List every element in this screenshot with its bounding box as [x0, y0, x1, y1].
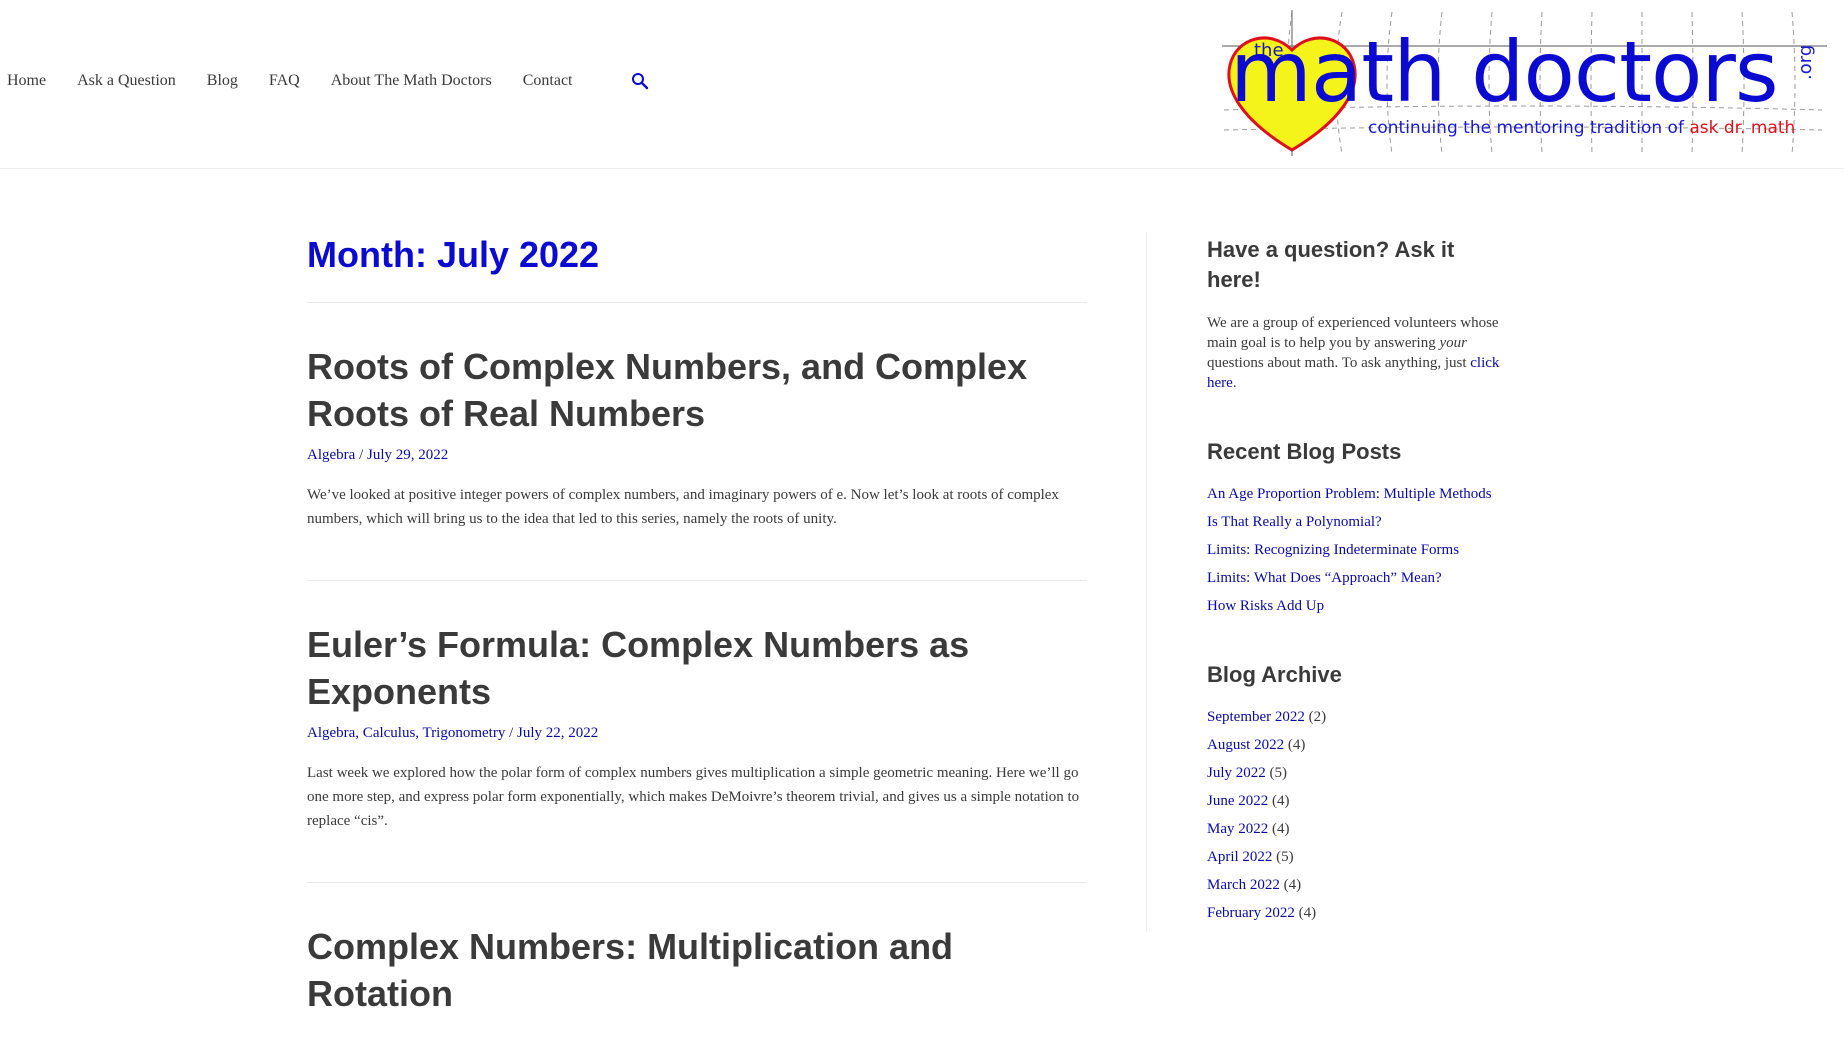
- post-item: Roots of Complex Numbers, and Complex Ro…: [307, 303, 1087, 581]
- list-item: May 2022 (4): [1207, 819, 1507, 839]
- archive-month-link[interactable]: September 2022: [1207, 709, 1305, 725]
- archive-widget: Blog Archive September 2022 (2) August 2…: [1207, 660, 1507, 923]
- logo-tagline-text: continuing the mentoring tradition of: [1368, 118, 1684, 138]
- nav-home[interactable]: Home: [7, 72, 46, 90]
- list-item: Is That Really a Polynomial?: [1207, 512, 1507, 532]
- ask-text-part2: questions about math. To ask anything, j…: [1207, 355, 1471, 371]
- post-item: Euler’s Formula: Complex Numbers as Expo…: [307, 581, 1087, 883]
- recent-post-link[interactable]: Limits: Recognizing Indeterminate Forms: [1207, 542, 1459, 558]
- logo-tagline-red: ask dr. math: [1689, 118, 1796, 138]
- recent-posts-widget: Recent Blog Posts An Age Proportion Prob…: [1207, 437, 1507, 616]
- list-item: February 2022 (4): [1207, 903, 1507, 923]
- recent-posts-list: An Age Proportion Problem: Multiple Meth…: [1207, 484, 1507, 616]
- nav-blog[interactable]: Blog: [207, 72, 238, 90]
- archive-count: (4): [1287, 737, 1306, 753]
- nav-about[interactable]: About The Math Doctors: [331, 72, 492, 90]
- post-category-link[interactable]: Algebra: [307, 447, 355, 463]
- meta-separator: /: [359, 447, 367, 463]
- ask-widget: Have a question? Ask it here! We are a g…: [1207, 235, 1507, 393]
- logo-tagline: continuing the mentoring tradition of as…: [1368, 118, 1795, 138]
- archive-month-link[interactable]: August 2022: [1207, 737, 1284, 753]
- post-meta: Algebra, Calculus, Trigonometry / July 2…: [307, 725, 1087, 742]
- archive-count: (5): [1276, 849, 1294, 865]
- nav-ask-a-question[interactable]: Ask a Question: [77, 72, 176, 90]
- list-item: July 2022 (5): [1207, 763, 1507, 783]
- recent-post-link[interactable]: How Risks Add Up: [1207, 598, 1324, 614]
- post-item: Complex Numbers: Multiplication and Rota…: [307, 883, 1087, 1051]
- post-date[interactable]: July 22, 2022: [517, 725, 598, 741]
- logo-org: .org: [1795, 44, 1816, 80]
- post-category-link[interactable]: Algebra, Calculus, Trigonometry: [307, 725, 505, 741]
- archive-count: (4): [1272, 793, 1290, 809]
- list-item: Limits: What Does “Approach” Mean?: [1207, 568, 1507, 588]
- archive-month-link[interactable]: March 2022: [1207, 877, 1280, 893]
- meta-separator: /: [509, 725, 517, 741]
- column-divider: [1146, 232, 1147, 932]
- post-date[interactable]: July 29, 2022: [367, 447, 448, 463]
- archive-count: (4): [1283, 877, 1302, 893]
- archive-month-link[interactable]: July 2022: [1207, 765, 1266, 781]
- list-item: Limits: Recognizing Indeterminate Forms: [1207, 540, 1507, 560]
- list-item: How Risks Add Up: [1207, 596, 1507, 616]
- site-header: Home Ask a Question Blog FAQ About The M…: [0, 0, 1844, 169]
- post-title-link[interactable]: Complex Numbers: Multiplication and Rota…: [307, 926, 953, 1014]
- archive-list: September 2022 (2) August 2022 (4) July …: [1207, 707, 1507, 923]
- archive-count: (5): [1269, 765, 1288, 781]
- list-item: March 2022 (4): [1207, 875, 1507, 895]
- archive-month-link[interactable]: June 2022: [1207, 793, 1268, 809]
- post-excerpt: We’ve looked at positive integer powers …: [307, 487, 1059, 527]
- archive-month-link[interactable]: February 2022: [1207, 905, 1295, 921]
- recent-posts-heading: Recent Blog Posts: [1207, 439, 1402, 464]
- post-title-link[interactable]: Euler’s Formula: Complex Numbers as Expo…: [307, 624, 969, 712]
- list-item: September 2022 (2): [1207, 707, 1507, 727]
- sidebar: Have a question? Ask it here! We are a g…: [1207, 235, 1507, 967]
- archive-month-link[interactable]: May 2022: [1207, 821, 1268, 837]
- archive-count: (2): [1308, 709, 1327, 725]
- page-title: Month: July 2022: [307, 234, 600, 275]
- ask-text-end: .: [1232, 375, 1237, 391]
- recent-post-link[interactable]: Is That Really a Polynomial?: [1207, 514, 1382, 530]
- recent-post-link[interactable]: Limits: What Does “Approach” Mean?: [1207, 570, 1442, 586]
- post-meta: Algebra / July 29, 2022: [307, 447, 1087, 464]
- list-item: June 2022 (4): [1207, 791, 1507, 811]
- archive-count: (4): [1298, 905, 1317, 921]
- nav-contact[interactable]: Contact: [523, 72, 573, 90]
- main-content: Month: July 2022 Roots of Complex Number…: [307, 232, 1087, 1051]
- logo-title: math doctors: [1230, 23, 1779, 121]
- ask-heading: Have a question? Ask it here!: [1207, 237, 1455, 292]
- ask-text-emphasis: your: [1439, 335, 1467, 351]
- recent-post-link[interactable]: An Age Proportion Problem: Multiple Meth…: [1207, 486, 1492, 502]
- archive-count: (4): [1272, 821, 1290, 837]
- post-excerpt: Last week we explored how the polar form…: [307, 765, 1080, 829]
- search-icon[interactable]: [631, 72, 649, 90]
- list-item: April 2022 (5): [1207, 847, 1507, 867]
- list-item: An Age Proportion Problem: Multiple Meth…: [1207, 484, 1507, 504]
- post-title-link[interactable]: Roots of Complex Numbers, and Complex Ro…: [307, 346, 1027, 434]
- archive-month-link[interactable]: April 2022: [1207, 849, 1272, 865]
- site-logo[interactable]: the math doctors .org continuing the men…: [1222, 10, 1827, 156]
- main-nav: Home Ask a Question Blog FAQ About The M…: [7, 72, 649, 90]
- archive-heading: Blog Archive: [1207, 662, 1342, 687]
- list-item: August 2022 (4): [1207, 735, 1507, 755]
- nav-faq[interactable]: FAQ: [269, 72, 300, 90]
- ask-text: We are a group of experienced volunteers…: [1207, 313, 1507, 393]
